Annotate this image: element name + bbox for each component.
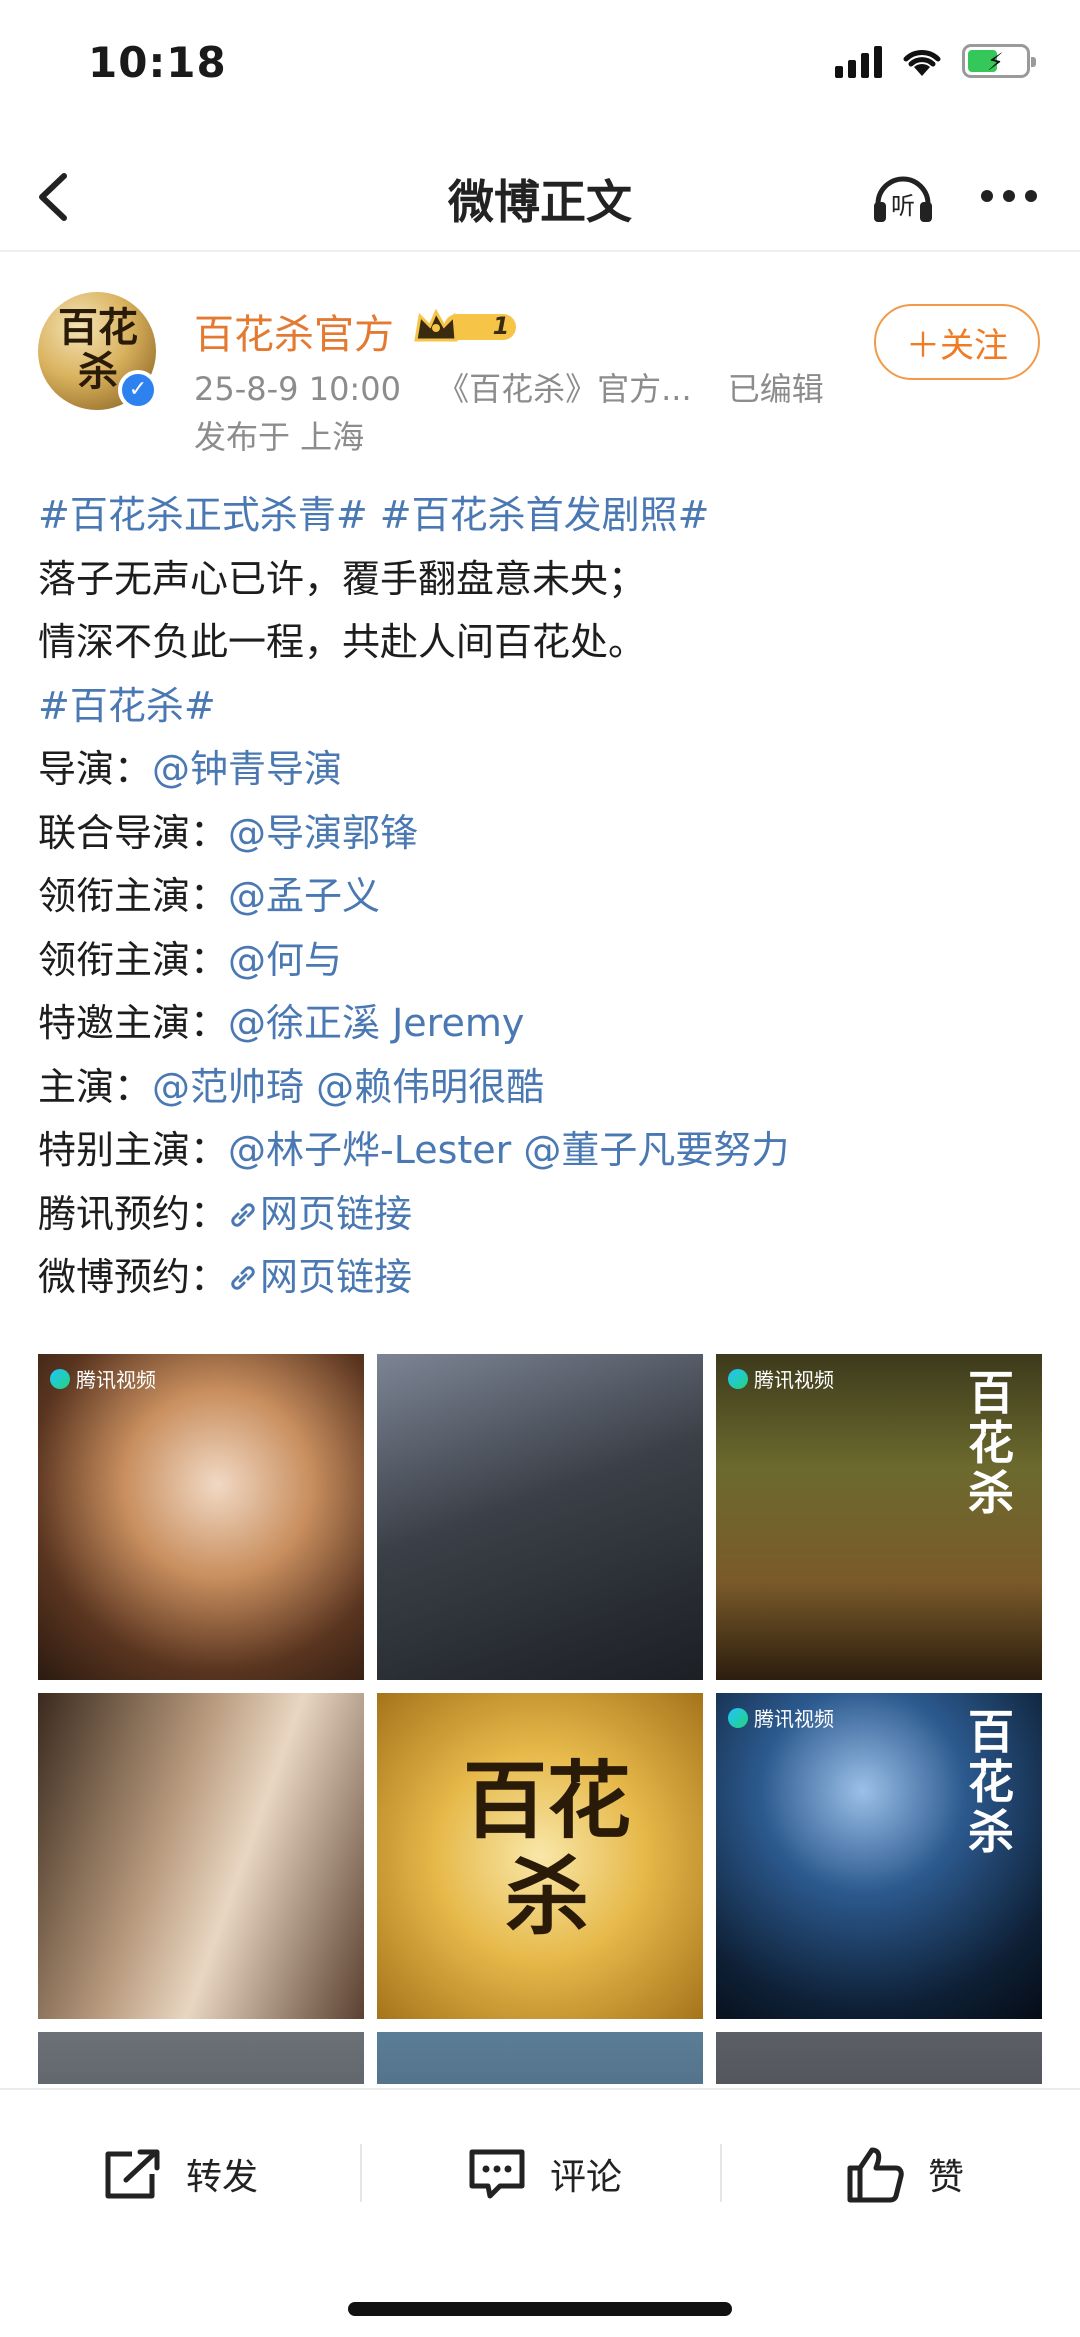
author-name[interactable]: 百花杀官方 [194,302,394,360]
post-text-segment: 导演： [38,747,153,791]
link-chain-icon [231,1202,255,1227]
post-text-segment [368,493,380,537]
post-line: 联合导演：@导演郭锋 [38,802,1048,866]
repost-label: 转发 [186,2157,259,2198]
tencent-video-watermark: 腾讯视频 [50,1364,156,1393]
listen-headphones-icon[interactable]: 听 [868,164,938,228]
battery-icon: ⚡ [962,44,1036,78]
status-time: 10:18 [88,38,227,87]
photo-9[interactable] [716,2032,1042,2084]
hashtag-link[interactable]: #百花杀首发剧照# [380,493,710,537]
photo-8[interactable] [377,2032,703,2084]
verified-badge-icon: ✓ [118,370,158,410]
post-line: 主演：@范帅琦 @赖伟明很酷 [38,1056,1048,1120]
user-mention-link[interactable]: @赖伟明很酷 [316,1065,544,1109]
user-mention-link[interactable]: @林子烨-Lester [228,1128,511,1172]
post-text-segment [304,1065,316,1109]
follow-button[interactable]: ＋关注 [874,304,1040,380]
web-link[interactable]: 网页链接 [260,1192,412,1236]
post-source: 《百花杀》官方... [437,370,692,408]
post-text-segment [511,1128,523,1172]
tencent-video-watermark: 腾讯视频 [728,1703,834,1732]
user-mention-link[interactable]: @董子凡要努力 [523,1128,789,1172]
divider [360,2144,362,2202]
image-grid: 腾讯视频 腾讯视频 百花杀 百花杀 腾讯视频 百花杀 [38,1354,1042,2084]
photo-7[interactable] [38,2032,364,2084]
post-date: 25-8-9 10:00 [194,370,401,408]
post-text: #百花杀正式杀青# #百花杀首发剧照# 落子无声心已许，覆手翻盘意未央； 情深不负此… [38,484,1048,1310]
photo-1[interactable]: 腾讯视频 [38,1354,364,1680]
post-line: 腾讯预约： 网页链接 [38,1183,1048,1247]
cellular-signal-icon [835,44,882,78]
nav-bar: 微博正文 听 [0,140,1080,252]
photo-5[interactable]: 百花杀 [377,1693,703,2019]
post-line: #百花杀# [38,675,1048,739]
post-line: 特邀主演：@徐正溪 Jeremy [38,992,1048,1056]
post-line: 落子无声心已许，覆手翻盘意未央； [38,548,1048,612]
post-line: 微博预约： 网页链接 [38,1246,1048,1310]
status-bar: 10:18 ⚡ [0,0,1080,140]
thumbs-up-icon [847,2147,904,2203]
post-text-segment: 领衔主演： [38,874,229,918]
photo-6[interactable]: 腾讯视频 百花杀 [716,1693,1042,2019]
post-line: 情深不负此一程，共赴人间百花处。 [38,611,1048,675]
post-text-segment: 腾讯预约： [38,1191,229,1236]
web-link[interactable]: 网页链接 [260,1255,412,1299]
photo-2[interactable] [377,1354,703,1680]
author-header: 百花杀 ✓ 百花杀官方 1 25-8-9 10:00 《百花杀》官方... 已编… [0,252,1080,462]
post-text-segment: 情深不负此一程，共赴人间百花处。 [38,620,647,664]
post-text-segment: 特邀主演： [38,1001,229,1045]
home-indicator [348,2302,732,2316]
post-edited[interactable]: 已编辑 [728,370,824,408]
comment-label: 评论 [550,2157,623,2198]
post-location: 发布于 上海 [194,418,365,456]
comment-icon [469,2149,525,2199]
user-mention-link[interactable]: @钟青导演 [152,747,342,791]
poster-calligraphy: 百花杀 [462,1751,631,1946]
more-options-icon[interactable] [974,164,1044,228]
post-text-segment: 主演： [38,1064,153,1109]
post-line: 特别主演：@林子烨-Lester @董子凡要努力 [38,1119,1048,1183]
post-line: 导演：@钟青导演 [38,738,1048,802]
link-chain-icon [231,1266,255,1290]
post-text-segment: 领衔主演： [38,937,229,982]
hashtag-link[interactable]: #百花杀正式杀青# [38,493,368,537]
user-mention-link[interactable]: @范帅琦 [152,1065,304,1109]
tencent-video-watermark: 腾讯视频 [728,1364,834,1393]
svg-text:听: 听 [891,192,915,220]
calligraphy-title: 百花杀 [968,1705,1014,1859]
bottom-action-bar: 转发 评论 赞 [0,2088,1080,2337]
calligraphy-title: 百花杀 [968,1366,1014,1520]
user-mention-link[interactable]: @导演郭锋 [228,811,418,855]
repost-button[interactable]: 转发 [102,2142,258,2206]
comment-button[interactable]: 评论 [466,2142,622,2206]
user-mention-link[interactable]: @何与 [228,938,342,982]
photo-4[interactable] [38,1693,364,2019]
like-button[interactable]: 赞 [844,2142,964,2206]
post-text-segment: 联合导演： [38,810,229,855]
photo-3[interactable]: 腾讯视频 百花杀 [716,1354,1042,1680]
post-line: 领衔主演：@孟子义 [38,865,1048,929]
user-mention-link[interactable]: @孟子义 [228,874,380,918]
post-text-segment: 特别主演： [38,1128,229,1172]
post-line: 领衔主演：@何与 [38,929,1048,993]
repost-icon [105,2149,160,2199]
post-meta: 25-8-9 10:00 《百花杀》官方... 已编辑 [194,364,850,410]
post-text-segment: 微博预约： [38,1255,229,1299]
divider [720,2144,722,2202]
like-label: 赞 [928,2157,965,2198]
user-mention-link[interactable]: @徐正溪 Jeremy [228,1001,524,1045]
wifi-icon [903,50,941,76]
vip-level: 1 [492,312,510,340]
status-icons: ⚡ [835,44,1036,78]
post-line: #百花杀正式杀青# #百花杀首发剧照# [38,484,1048,548]
hashtag-link[interactable]: #百花杀# [38,684,216,728]
post-text-segment: 落子无声心已许，覆手翻盘意未央； [38,556,647,601]
